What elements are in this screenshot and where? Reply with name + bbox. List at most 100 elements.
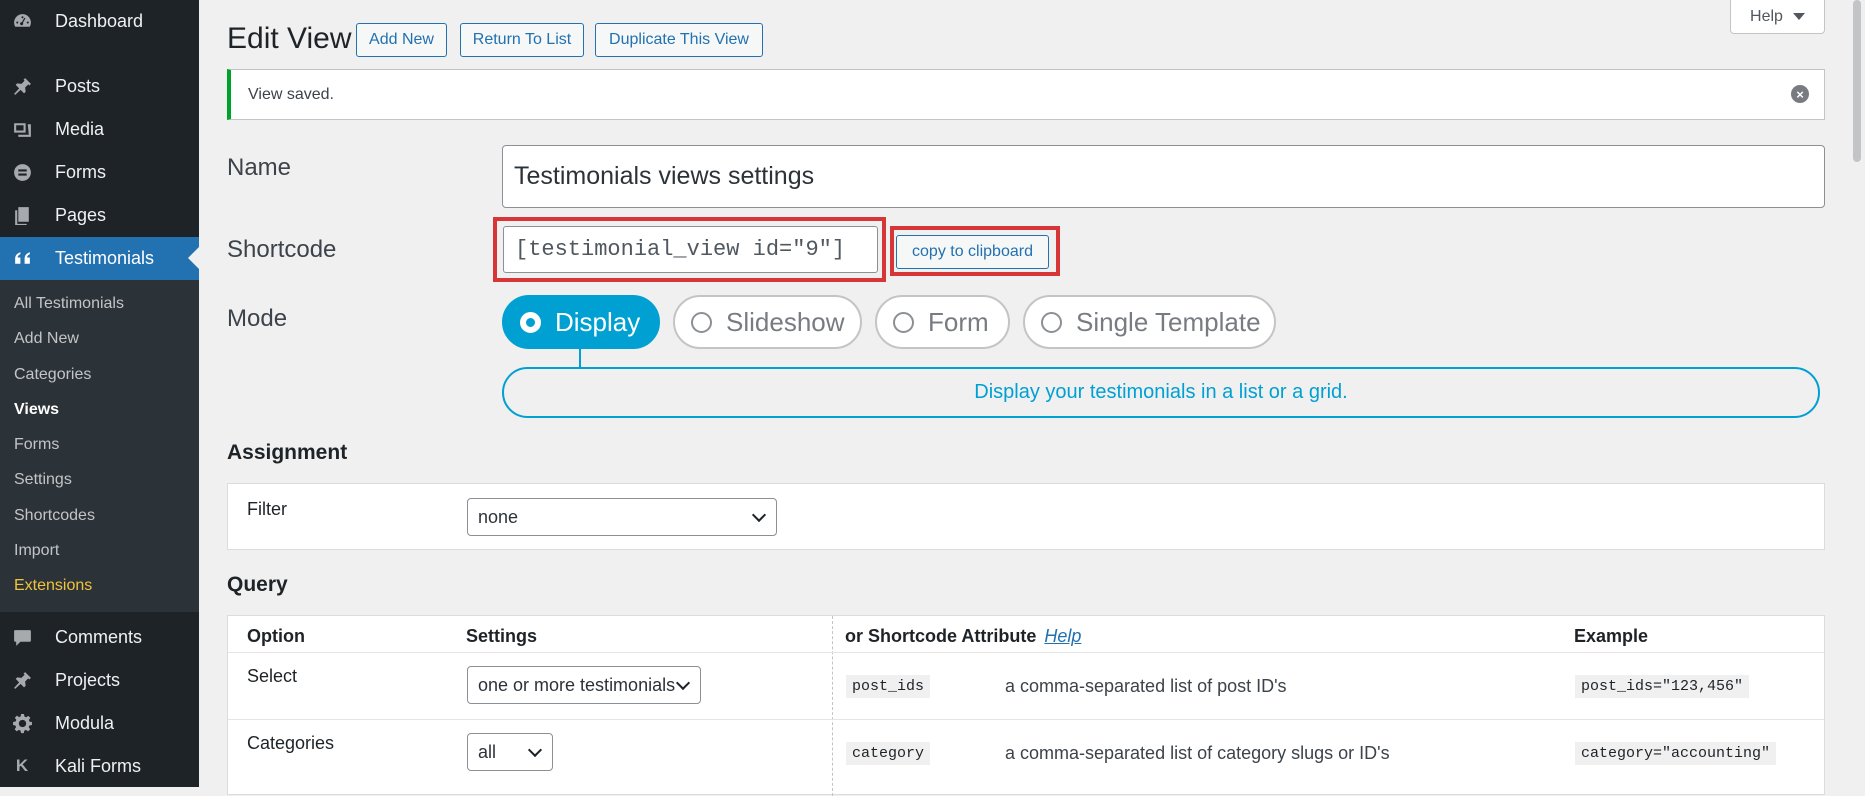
mode-form-option[interactable]: Form	[875, 295, 1010, 349]
dashboard-icon	[11, 11, 33, 33]
menu-comments[interactable]: Comments	[0, 616, 199, 659]
submenu-extensions[interactable]: Extensions	[0, 568, 199, 603]
filter-select-value: none	[478, 506, 519, 527]
chevron-down-icon	[527, 742, 543, 758]
attr-description: a comma-separated list of category slugs…	[1005, 743, 1390, 763]
example-code: post_ids="123,456"	[1575, 675, 1750, 698]
mode-option-label: Display	[555, 306, 641, 337]
mode-slideshow-option[interactable]: Slideshow	[673, 295, 862, 349]
column-header-example: Example	[1574, 626, 1649, 646]
quote-icon	[11, 248, 33, 270]
query-panel: Option Settings or Shortcode Attribute He…	[227, 615, 1825, 796]
submenu-all-testimonials[interactable]: All Testimonials	[0, 286, 199, 321]
return-to-list-button[interactable]: Return To List	[460, 23, 584, 57]
name-label: Name	[227, 154, 292, 181]
forms-icon	[11, 162, 33, 184]
menu-label: Projects	[55, 669, 121, 690]
duplicate-view-button[interactable]: Duplicate This View	[595, 23, 763, 57]
submenu-shortcodes[interactable]: Shortcodes	[0, 498, 199, 533]
mode-single-template-option[interactable]: Single Template	[1023, 295, 1276, 349]
copy-to-clipboard-button[interactable]: copy to clipboard	[896, 235, 1049, 269]
radio-unchecked-icon	[691, 311, 712, 333]
menu-label: Dashboard	[55, 11, 144, 31]
comment-icon	[11, 626, 33, 648]
row-option-categories: Categories	[247, 733, 335, 753]
select-value: all	[478, 741, 497, 762]
page-scrollbar[interactable]	[1849, 0, 1865, 787]
mode-display-option[interactable]: Display	[502, 295, 660, 349]
mode-option-label: Slideshow	[726, 306, 845, 337]
mode-connector-line	[579, 349, 581, 367]
attr-code-category: category	[846, 742, 931, 765]
row-option-select: Select	[247, 666, 298, 686]
pin-icon	[11, 76, 33, 98]
add-new-button[interactable]: Add New	[356, 23, 447, 57]
submenu-forms[interactable]: Forms	[0, 427, 199, 462]
menu-label: Testimonials	[55, 248, 155, 268]
example-code: category="accounting"	[1575, 742, 1777, 765]
help-tab-button[interactable]: Help	[1730, 0, 1825, 34]
shortcode-label: Shortcode	[227, 236, 337, 263]
mode-option-label: Single Template	[1076, 306, 1261, 337]
query-heading: Query	[227, 573, 288, 596]
filter-select[interactable]: none	[467, 498, 777, 536]
radio-unchecked-icon	[893, 311, 914, 333]
pages-icon	[11, 205, 33, 227]
column-header-shortcode-attribute: or Shortcode Attribute Help	[845, 626, 1081, 647]
gear-icon	[11, 712, 33, 734]
menu-label: Modula	[55, 712, 115, 733]
page-title: Edit View	[227, 22, 352, 55]
chevron-down-icon	[751, 507, 767, 523]
kali-forms-icon: K	[15, 756, 29, 776]
assignment-heading: Assignment	[227, 441, 348, 464]
menu-label: Forms	[55, 162, 106, 182]
menu-pages[interactable]: Pages	[0, 194, 199, 237]
notice-text: View saved.	[248, 85, 334, 103]
submenu-categories[interactable]: Categories	[0, 357, 199, 392]
submenu-import[interactable]: Import	[0, 533, 199, 568]
menu-media[interactable]: Media	[0, 108, 199, 151]
categories-dropdown[interactable]: all	[467, 733, 553, 771]
menu-testimonials[interactable]: Testimonials	[0, 237, 199, 280]
scrollbar-thumb[interactable]	[1853, 0, 1861, 162]
media-icon	[11, 119, 33, 141]
menu-label: Media	[55, 119, 105, 139]
menu-label: Comments	[55, 626, 143, 647]
submenu-views[interactable]: Views	[0, 392, 199, 427]
caret-down-icon	[1792, 13, 1805, 20]
chevron-down-icon	[675, 675, 691, 691]
assignment-panel: Filter none	[227, 483, 1825, 550]
mode-description: Display your testimonials in a list or a…	[502, 367, 1820, 418]
testimonials-submenu: All Testimonials Add New Categories View…	[0, 280, 199, 612]
select-value: one or more testimonials	[478, 674, 676, 695]
menu-modula[interactable]: Modula	[0, 702, 199, 745]
help-tab-label: Help	[1750, 7, 1783, 25]
menu-kali-forms[interactable]: K Kali Forms	[0, 745, 199, 788]
menu-label: Posts	[55, 76, 101, 96]
column-divider	[832, 616, 833, 796]
menu-forms[interactable]: Forms	[0, 151, 199, 194]
dismiss-icon[interactable]: ×	[1791, 85, 1809, 103]
mode-option-label: Form	[928, 306, 989, 337]
filter-label: Filter	[247, 499, 287, 519]
current-arrow	[188, 247, 199, 269]
radio-unchecked-icon	[1041, 311, 1062, 333]
attr-description: a comma-separated list of post ID's	[1005, 676, 1287, 696]
radio-checked-icon	[520, 311, 541, 333]
menu-projects[interactable]: Projects	[0, 659, 199, 702]
shortcode-input[interactable]: [testimonial_view id="9"]	[503, 226, 878, 273]
attr-code-post-ids: post_ids	[846, 675, 931, 698]
submenu-add-new[interactable]: Add New	[0, 321, 199, 356]
menu-label: Pages	[55, 205, 107, 225]
mode-label: Mode	[227, 305, 288, 332]
header-divider	[228, 652, 1824, 653]
shortcode-attribute-label: or Shortcode Attribute	[845, 626, 1037, 646]
help-link[interactable]: Help	[1044, 626, 1081, 646]
row-divider	[228, 719, 1824, 720]
menu-posts[interactable]: Posts	[0, 65, 199, 108]
menu-dashboard[interactable]: Dashboard	[0, 0, 199, 43]
success-notice: View saved. ×	[227, 69, 1825, 120]
view-name-input[interactable]: Testimonials views settings	[502, 145, 1825, 208]
submenu-settings[interactable]: Settings	[0, 462, 199, 497]
select-testimonials-dropdown[interactable]: one or more testimonials	[467, 666, 701, 704]
